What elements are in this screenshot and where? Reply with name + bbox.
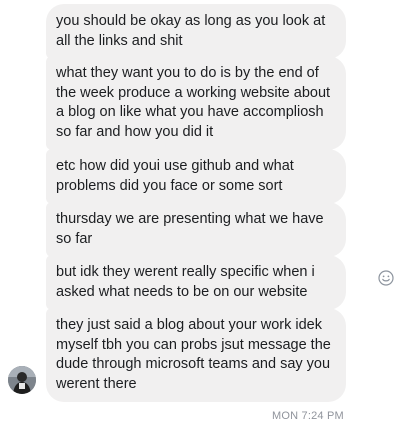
message-text: you should be okay as long as you look a…	[56, 13, 326, 49]
user-avatar[interactable]	[8, 366, 36, 394]
message-bubble[interactable]: what they want you to do is by the end o…	[46, 56, 346, 151]
message-text: thursday we are presenting what we have …	[56, 211, 324, 247]
message-bubble[interactable]: you should be okay as long as you look a…	[46, 4, 346, 60]
message-timestamp: MON 7:24 PM	[272, 410, 344, 422]
message-text: but idk they werent really specific when…	[56, 264, 315, 300]
message-bubble[interactable]: thursday we are presenting what we have …	[46, 202, 346, 258]
smiley-icon[interactable]	[378, 270, 394, 286]
avatar-image	[8, 366, 36, 394]
message-text: they just said a blog about your work id…	[56, 317, 331, 392]
message-text: what they want you to do is by the end o…	[56, 65, 331, 140]
message-text: etc how did youi use github and what pro…	[56, 158, 294, 194]
message-bubble[interactable]: etc how did youi use github and what pro…	[46, 149, 346, 205]
message-bubble[interactable]: but idk they werent really specific when…	[46, 255, 346, 311]
message-bubble[interactable]: they just said a blog about your work id…	[46, 308, 346, 403]
message-thread: you should be okay as long as you look a…	[0, 0, 400, 431]
